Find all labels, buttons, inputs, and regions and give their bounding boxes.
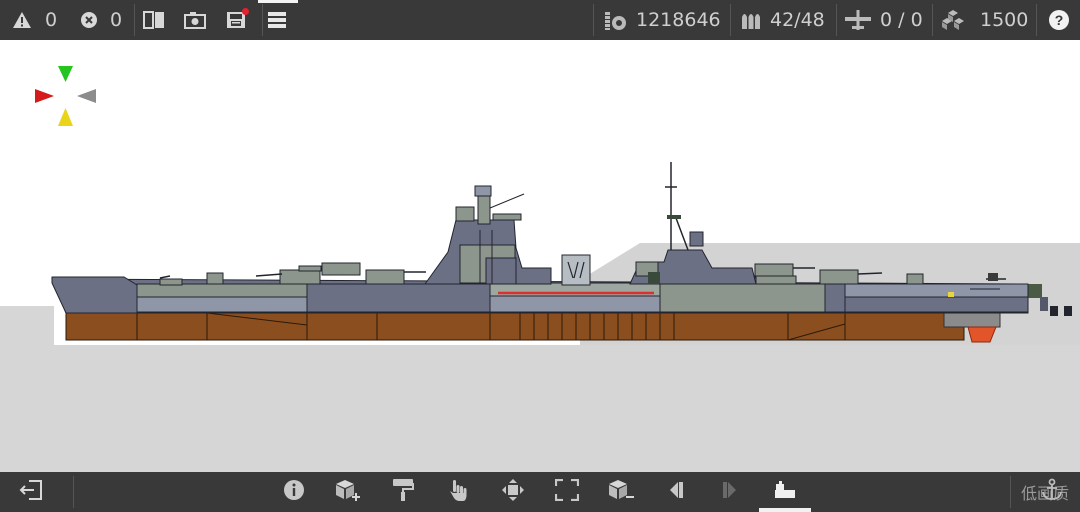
ammo-stat: 42/48 (740, 0, 825, 40)
aft-mast (665, 162, 689, 252)
paint-roller-icon (392, 478, 414, 507)
anchor-icon (1041, 478, 1063, 507)
warning-icon (12, 11, 32, 29)
add-part-button[interactable] (331, 472, 365, 512)
top-toolbar: 0 0 1218646 42/48 0 / 0 1500 ? (0, 0, 1080, 40)
orientation-gizmo (35, 66, 96, 126)
exit-button[interactable] (14, 472, 48, 512)
unsaved-indicator (242, 8, 249, 15)
exit-icon (19, 479, 43, 506)
aircraft-icon (844, 9, 872, 31)
divider (262, 4, 263, 36)
remove-part-icon (607, 478, 635, 507)
divider (730, 4, 731, 36)
menu-button[interactable] (267, 0, 287, 40)
ship-canvas[interactable] (0, 40, 1080, 472)
select-button[interactable] (441, 472, 475, 512)
ammo-value: 42/48 (770, 9, 825, 31)
aircraft-value: 0 / 0 (880, 9, 923, 31)
mirror-button[interactable] (142, 0, 166, 40)
cubes-icon (940, 9, 966, 31)
menu-icon (267, 11, 287, 29)
divider (1036, 4, 1037, 36)
error-icon (80, 11, 98, 29)
step-forward-icon (720, 480, 740, 505)
step-back-button[interactable] (659, 472, 693, 512)
errors-counter[interactable]: 0 (80, 0, 122, 40)
errors-count: 0 (110, 9, 123, 31)
info-icon (283, 479, 305, 506)
move-icon (501, 478, 525, 507)
resize-button[interactable] (550, 472, 584, 512)
paint-button[interactable] (386, 472, 420, 512)
step-forward-button[interactable] (713, 472, 747, 512)
mirror-icon (142, 10, 166, 30)
step-back-icon (666, 480, 686, 505)
warnings-counter[interactable]: 0 (12, 0, 57, 40)
move-button[interactable] (496, 472, 530, 512)
add-part-icon (334, 478, 362, 507)
divider (1010, 476, 1011, 508)
divider (134, 4, 135, 36)
remove-part-button[interactable] (604, 472, 638, 512)
screenshot-button[interactable] (184, 0, 206, 40)
help-icon: ? (1048, 9, 1070, 31)
build-viewport[interactable] (0, 40, 1080, 472)
parts-value: 1500 (980, 9, 1029, 31)
main-deck (136, 283, 308, 298)
active-tool-indicator (759, 508, 811, 512)
cost-stat: 1218646 (604, 0, 721, 40)
help-button[interactable]: ? (1048, 0, 1070, 40)
ammo-icon (740, 10, 762, 30)
bottom-toolbar: 低画质 (0, 472, 1080, 512)
parts-stat: 1500 (940, 0, 1028, 40)
anchor-button[interactable] (1035, 472, 1069, 512)
save-button[interactable] (226, 0, 249, 40)
hull-bottom (65, 312, 965, 341)
hand-icon (448, 478, 468, 507)
bow (51, 276, 138, 314)
ship-view-button[interactable] (768, 472, 802, 512)
resize-icon (554, 478, 580, 506)
camera-icon (184, 11, 206, 29)
svg-text:?: ? (1055, 12, 1064, 28)
warnings-count: 0 (45, 9, 58, 31)
ship-view-icon (773, 480, 797, 505)
divider (836, 4, 837, 36)
divider (73, 476, 74, 508)
coins-icon (604, 9, 628, 31)
info-button[interactable] (277, 472, 311, 512)
divider (593, 4, 594, 36)
divider (932, 4, 933, 36)
aircraft-stat: 0 / 0 (844, 0, 923, 40)
cost-value: 1218646 (636, 9, 721, 31)
